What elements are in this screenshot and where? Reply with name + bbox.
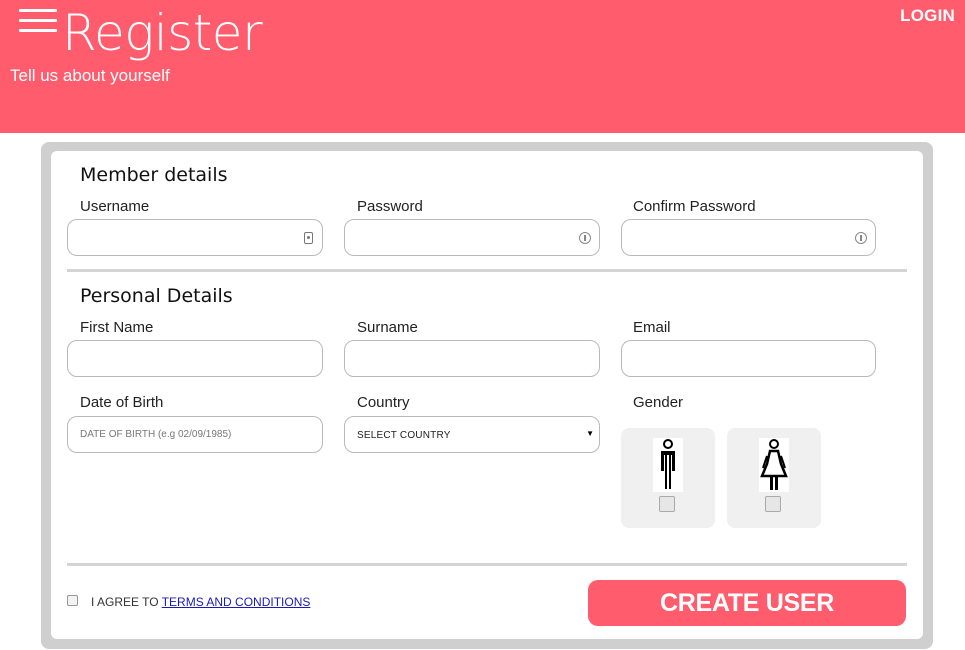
- female-figure-icon: [759, 438, 789, 492]
- email-field[interactable]: [621, 340, 876, 377]
- gender-option-female[interactable]: [727, 428, 821, 528]
- personal-details-title: Personal Details: [80, 285, 233, 307]
- username-label: Username: [80, 198, 150, 215]
- male-figure-icon: [653, 438, 683, 492]
- login-link[interactable]: LOGIN: [900, 6, 955, 26]
- gender-option-male[interactable]: [621, 428, 715, 528]
- password-input[interactable]: [345, 220, 599, 255]
- username-field[interactable]: [67, 219, 323, 256]
- first-name-label: First Name: [80, 319, 154, 336]
- surname-field[interactable]: [344, 340, 600, 377]
- confirm-password-input[interactable]: [622, 220, 875, 255]
- first-name-field[interactable]: [67, 340, 323, 377]
- female-checkbox[interactable]: [765, 496, 781, 512]
- contact-card-icon: [304, 232, 313, 244]
- country-select[interactable]: SELECT COUNTRY ▼: [344, 416, 600, 453]
- surname-label: Surname: [357, 319, 418, 336]
- page-subtitle: Tell us about yourself: [10, 66, 170, 85]
- terms-link[interactable]: TERMS AND CONDITIONS: [162, 595, 311, 609]
- key-icon[interactable]: [579, 232, 591, 244]
- confirm-password-label: Confirm Password: [633, 198, 756, 215]
- agree-checkbox[interactable]: [67, 595, 78, 606]
- member-details-title: Member details: [80, 164, 228, 186]
- email-input[interactable]: [622, 341, 875, 376]
- dob-field[interactable]: [67, 416, 323, 453]
- footer-divider: [67, 563, 907, 566]
- dob-label: Date of Birth: [80, 394, 164, 411]
- gender-label: Gender: [633, 394, 684, 411]
- username-input[interactable]: [68, 220, 322, 255]
- section-divider: [67, 269, 907, 272]
- page-title: Register: [62, 4, 263, 62]
- header: Register Tell us about yourself LOGIN: [0, 0, 965, 133]
- agree-prefix: I AGREE TO: [91, 595, 162, 609]
- key-icon[interactable]: [855, 232, 867, 244]
- surname-input[interactable]: [345, 341, 599, 376]
- agree-text: I AGREE TO TERMS AND CONDITIONS: [91, 595, 310, 609]
- confirm-password-field[interactable]: [621, 219, 876, 256]
- caret-down-icon: ▼: [586, 429, 594, 438]
- male-checkbox[interactable]: [659, 496, 675, 512]
- first-name-input[interactable]: [68, 341, 322, 376]
- password-field[interactable]: [344, 219, 600, 256]
- password-label: Password: [357, 198, 423, 215]
- country-selected-value: SELECT COUNTRY: [357, 430, 451, 441]
- country-label: Country: [357, 394, 410, 411]
- dob-input[interactable]: [68, 417, 322, 452]
- create-user-button[interactable]: CREATE USER: [588, 580, 906, 626]
- hamburger-icon[interactable]: [19, 9, 57, 35]
- email-label: Email: [633, 319, 671, 336]
